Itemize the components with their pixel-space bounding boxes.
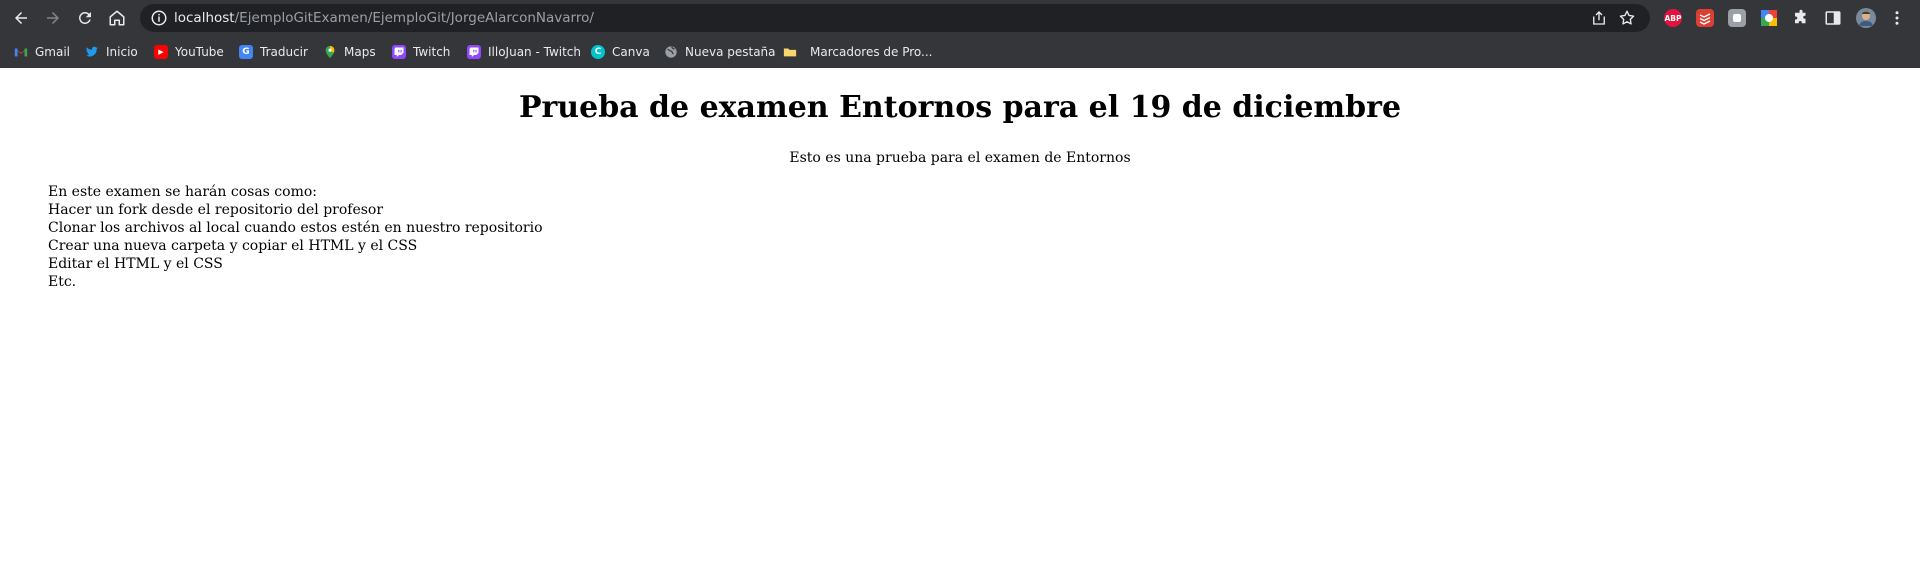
- forward-button[interactable]: [41, 6, 65, 30]
- browser-toolbar: localhost/EjemploGitExamen/EjemploGit/Jo…: [0, 0, 1920, 36]
- page-title: Prueba de examen Entornos para el 19 de …: [518, 90, 1402, 125]
- bookmark-label: Gmail: [35, 45, 71, 59]
- address-bar[interactable]: localhost/EjemploGitExamen/EjemploGit/Jo…: [140, 4, 1650, 32]
- home-button[interactable]: [105, 6, 129, 30]
- text-line: En este examen se harán cosas como:: [48, 184, 317, 200]
- bookmark-canva[interactable]: C Canva: [591, 43, 650, 61]
- bookmark-maps[interactable]: Maps: [323, 43, 376, 61]
- text-line: Crear una nueva carpeta y copiar el HTML…: [48, 238, 418, 254]
- extensions-puzzle-icon[interactable]: [1792, 9, 1810, 27]
- bookmark-inicio[interactable]: Inicio: [85, 43, 138, 61]
- arrow-left-icon: [15, 12, 27, 24]
- text-line: Hacer un fork desde el repositorio del p…: [48, 202, 384, 218]
- canva-icon: C: [591, 45, 605, 59]
- home-icon: [109, 10, 125, 26]
- text-line: Editar el HTML y el CSS: [48, 256, 223, 272]
- bookmark-illojuan-twitch[interactable]: IlloJuan - Twitch: [467, 43, 581, 61]
- google-translate-icon: G: [239, 45, 253, 59]
- back-button[interactable]: [9, 6, 33, 30]
- adblock-plus-icon[interactable]: ABP: [1664, 9, 1682, 27]
- bookmark-label: Inicio: [106, 45, 138, 59]
- gmail-icon: [14, 45, 28, 59]
- bookmark-label: Maps: [344, 45, 376, 59]
- bookmark-star-icon[interactable]: [1618, 9, 1636, 27]
- bookmark-youtube[interactable]: ▶ YouTube: [154, 43, 224, 61]
- bookmark-label: Twitch: [413, 45, 451, 59]
- extension-gray-icon[interactable]: [1728, 9, 1746, 27]
- text-line: Etc.: [48, 274, 77, 290]
- bookmark-label: Canva: [612, 45, 650, 59]
- bookmark-label: Marcadores de Pro...: [810, 45, 933, 59]
- url-path: /EjemploGitExamen/EjemploGit/JorgeAlarco…: [234, 10, 594, 26]
- reload-icon: [78, 11, 91, 24]
- bookmark-label: YouTube: [175, 45, 224, 59]
- google-extension-icon[interactable]: [1760, 9, 1778, 27]
- youtube-icon: ▶: [154, 45, 168, 59]
- info-icon[interactable]: [150, 9, 168, 27]
- bookmark-nueva-pestana[interactable]: Nueva pestaña: [664, 43, 776, 61]
- folder-icon: [783, 45, 797, 59]
- page-subtitle: Esto es una prueba para el examen de Ent…: [789, 150, 1131, 166]
- bookmarks-bar: Gmail Inicio ▶ YouTube G Traducir Maps T…: [0, 36, 1920, 68]
- arrow-right-icon: [47, 12, 59, 24]
- bookmark-label: Traducir: [260, 45, 308, 59]
- profile-avatar-icon[interactable]: [1856, 8, 1876, 28]
- twitter-icon: [85, 45, 99, 59]
- share-icon[interactable]: [1590, 9, 1608, 27]
- page-content: Prueba de examen Entornos para el 19 de …: [0, 68, 1920, 576]
- globe-icon: [664, 45, 678, 59]
- bookmark-label: IlloJuan - Twitch: [488, 45, 582, 59]
- twitch-icon: [392, 45, 406, 59]
- text-line: Clonar los archivos al local cuando esto…: [48, 220, 543, 236]
- bookmark-folder-marcadores[interactable]: Marcadores de Pro...: [783, 43, 933, 61]
- bookmark-traducir[interactable]: G Traducir: [239, 43, 308, 61]
- bookmark-gmail[interactable]: Gmail: [14, 43, 70, 61]
- url-host: localhost: [174, 10, 235, 26]
- bookmark-twitch[interactable]: Twitch: [392, 43, 450, 61]
- todoist-icon[interactable]: [1696, 9, 1714, 27]
- browser-chrome: localhost/EjemploGitExamen/EjemploGit/Jo…: [0, 0, 1920, 68]
- bookmark-label: Nueva pestaña: [685, 45, 776, 59]
- twitch-icon: [467, 45, 481, 59]
- text-block: En este examen se harán cosas como: Hace…: [48, 183, 543, 291]
- menu-kebab-icon[interactable]: [1888, 9, 1906, 27]
- google-maps-icon: [323, 45, 337, 59]
- url-text[interactable]: localhost/EjemploGitExamen/EjemploGit/Jo…: [174, 9, 594, 27]
- side-panel-icon[interactable]: [1824, 9, 1842, 27]
- reload-button[interactable]: [73, 6, 97, 30]
